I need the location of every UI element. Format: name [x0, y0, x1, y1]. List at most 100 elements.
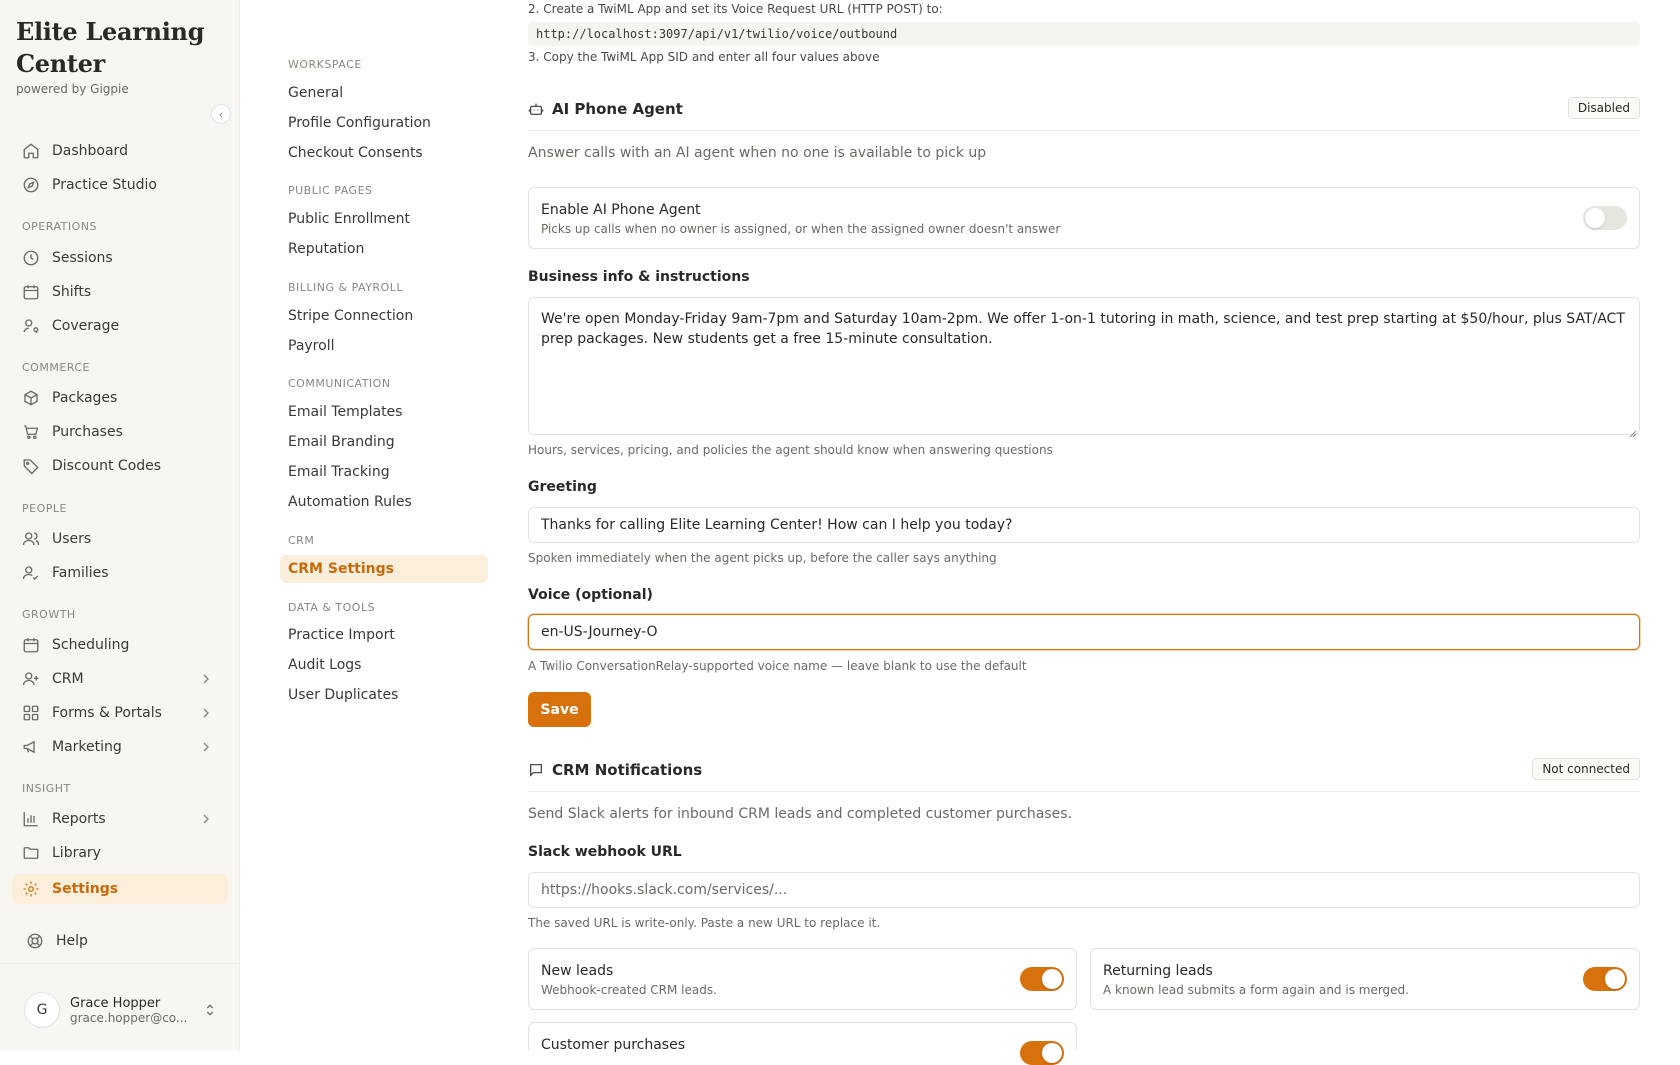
new-leads-toggle[interactable]	[1020, 967, 1064, 991]
sidebar-item-shifts[interactable]: Shifts	[12, 277, 228, 307]
subnav-item-automation-rules[interactable]: Automation Rules	[280, 488, 488, 516]
sidebar-item-practice-studio[interactable]: Practice Studio	[12, 170, 228, 200]
ai-agent-divider	[528, 130, 1640, 131]
bar-chart-icon	[22, 810, 40, 828]
slack-webhook-label: Slack webhook URL	[528, 844, 682, 860]
twilio-step-2: 2. Create a TwiML App and set its Voice …	[528, 2, 943, 16]
greeting-help: Spoken immediately when the agent picks …	[528, 551, 997, 565]
nav-section-commerce: COMMERCE	[22, 361, 90, 374]
chevron-right-icon	[198, 739, 214, 755]
sidebar-item-users[interactable]: Users	[12, 524, 228, 554]
enable-ai-agent-subtitle: Picks up calls when no owner is assigned…	[541, 222, 1061, 236]
chevron-right-icon	[198, 671, 214, 687]
sidebar-item-crm[interactable]: CRM	[12, 664, 228, 694]
sidebar-item-marketing[interactable]: Marketing	[12, 732, 228, 762]
returning-leads-title: Returning leads	[1103, 963, 1213, 979]
sidebar-item-sessions[interactable]: Sessions	[12, 243, 228, 273]
subnav-item-public-enrollment[interactable]: Public Enrollment	[280, 205, 488, 233]
subnav-section-data-tools: DATA & TOOLS	[288, 601, 376, 614]
greeting-input[interactable]: Thanks for calling Elite Learning Center…	[528, 507, 1640, 543]
save-button[interactable]: Save	[528, 692, 591, 727]
subnav-item-email-tracking[interactable]: Email Tracking	[280, 458, 488, 486]
sidebar-item-packages[interactable]: Packages	[12, 383, 228, 413]
returning-leads-toggle[interactable]	[1583, 967, 1627, 991]
brand: Elite Learning Center powered by Gigpie	[16, 16, 204, 96]
resize-grip-icon[interactable]	[1629, 424, 1637, 438]
brand-title-line1: Elite Learning	[16, 17, 205, 46]
subnav-item-user-duplicates[interactable]: User Duplicates	[280, 681, 488, 709]
new-leads-subtitle: Webhook-created CRM leads.	[541, 983, 717, 997]
collapse-sidebar-button[interactable]: ‹	[211, 104, 231, 124]
sidebar-item-label: Sessions	[52, 250, 113, 266]
toggle-knob	[1042, 969, 1062, 989]
crm-notifications-status-badge: Not connected	[1532, 758, 1640, 780]
subnav-item-profile-configuration[interactable]: Profile Configuration	[280, 109, 488, 137]
subnav-item-payroll[interactable]: Payroll	[280, 332, 488, 360]
new-leads-title: New leads	[541, 963, 614, 979]
sidebar-item-purchases[interactable]: Purchases	[12, 417, 228, 447]
sidebar-item-discount-codes[interactable]: Discount Codes	[12, 451, 228, 481]
compass-icon	[22, 176, 40, 194]
business-info-help: Hours, services, pricing, and policies t…	[528, 443, 1053, 457]
sidebar-item-label: Marketing	[52, 739, 122, 755]
sidebar-item-coverage[interactable]: Coverage	[12, 311, 228, 341]
subnav-item-practice-import[interactable]: Practice Import	[280, 621, 488, 649]
subnav-item-general[interactable]: General	[280, 79, 488, 107]
avatar: G	[24, 992, 60, 1028]
sidebar-item-label: Coverage	[52, 318, 120, 334]
users-icon	[22, 530, 40, 548]
customer-purchases-toggle[interactable]	[1020, 1041, 1064, 1065]
sidebar-item-reports[interactable]: Reports	[12, 804, 228, 834]
subnav-item-stripe-connection[interactable]: Stripe Connection	[280, 302, 488, 330]
sidebar-item-label: Settings	[52, 881, 119, 897]
sidebar-item-settings[interactable]: Settings	[12, 874, 228, 904]
toggle-knob	[1605, 969, 1625, 989]
returning-leads-subtitle: A known lead submits a form again and is…	[1103, 983, 1409, 997]
sidebar-divider	[0, 963, 240, 964]
voice-input[interactable]: en-US-Journey-O	[528, 614, 1640, 650]
subnav-section-workspace: WORKSPACE	[288, 58, 362, 71]
customer-purchases-title: Customer purchases	[541, 1037, 686, 1053]
user-search-icon	[22, 317, 40, 335]
sidebar-item-label: Families	[52, 565, 109, 581]
subnav-item-audit-logs[interactable]: Audit Logs	[280, 651, 488, 679]
sidebar-item-library[interactable]: Library	[12, 838, 228, 868]
enable-ai-agent-card: Enable AI Phone Agent Picks up calls whe…	[528, 187, 1640, 249]
sidebar-item-forms-portals[interactable]: Forms & Portals	[12, 698, 228, 728]
greeting-label: Greeting	[528, 479, 597, 495]
returning-leads-card: Returning leads A known lead submits a f…	[1090, 948, 1640, 1010]
sidebar-item-families[interactable]: Families	[12, 558, 228, 588]
subnav-item-email-templates[interactable]: Email Templates	[280, 398, 488, 426]
ai-agent-header: AI Phone Agent Disabled	[528, 95, 1640, 123]
crm-notifications-title: CRM Notifications	[552, 761, 703, 779]
tag-icon	[22, 457, 40, 475]
ai-agent-title: AI Phone Agent	[552, 100, 683, 118]
sidebar-item-label: Library	[52, 845, 101, 861]
chevron-left-icon: ‹	[218, 107, 224, 121]
brand-subtitle: powered by Gigpie	[16, 82, 129, 96]
subnav-item-checkout-consents[interactable]: Checkout Consents	[280, 139, 488, 167]
subnav-item-reputation[interactable]: Reputation	[280, 235, 488, 263]
sidebar-item-dashboard[interactable]: Dashboard	[12, 136, 228, 166]
enable-ai-agent-toggle[interactable]	[1583, 206, 1627, 230]
folder-icon	[22, 844, 40, 862]
sidebar-item-scheduling[interactable]: Scheduling	[12, 630, 228, 660]
user-info: Grace Hopper grace.hopper@co...	[70, 996, 190, 1025]
subnav-item-email-branding[interactable]: Email Branding	[280, 428, 488, 456]
sidebar-item-help[interactable]: Help	[16, 926, 232, 956]
nav-section-growth: GROWTH	[22, 608, 76, 621]
subnav-item-crm-settings[interactable]: CRM Settings	[280, 555, 488, 583]
app-sidebar: Elite Learning Center powered by Gigpie …	[0, 0, 240, 1050]
sidebar-item-label: Practice Studio	[52, 177, 157, 193]
user-menu[interactable]: G Grace Hopper grace.hopper@co...	[24, 990, 224, 1030]
slack-webhook-input[interactable]: https://hooks.slack.com/services/...	[528, 872, 1640, 908]
gear-icon	[22, 880, 40, 898]
slack-webhook-help: The saved URL is write-only. Paste a new…	[528, 916, 881, 930]
twilio-step-3: 3. Copy the TwiML App SID and enter all …	[528, 50, 880, 64]
business-info-textarea[interactable]: We're open Monday-Friday 9am-7pm and Sat…	[528, 297, 1640, 438]
message-icon	[528, 762, 544, 778]
voice-label: Voice (optional)	[528, 587, 653, 603]
ai-agent-description: Answer calls with an AI agent when no on…	[528, 145, 987, 161]
cart-icon	[22, 423, 40, 441]
sidebar-item-label: Scheduling	[52, 637, 130, 653]
